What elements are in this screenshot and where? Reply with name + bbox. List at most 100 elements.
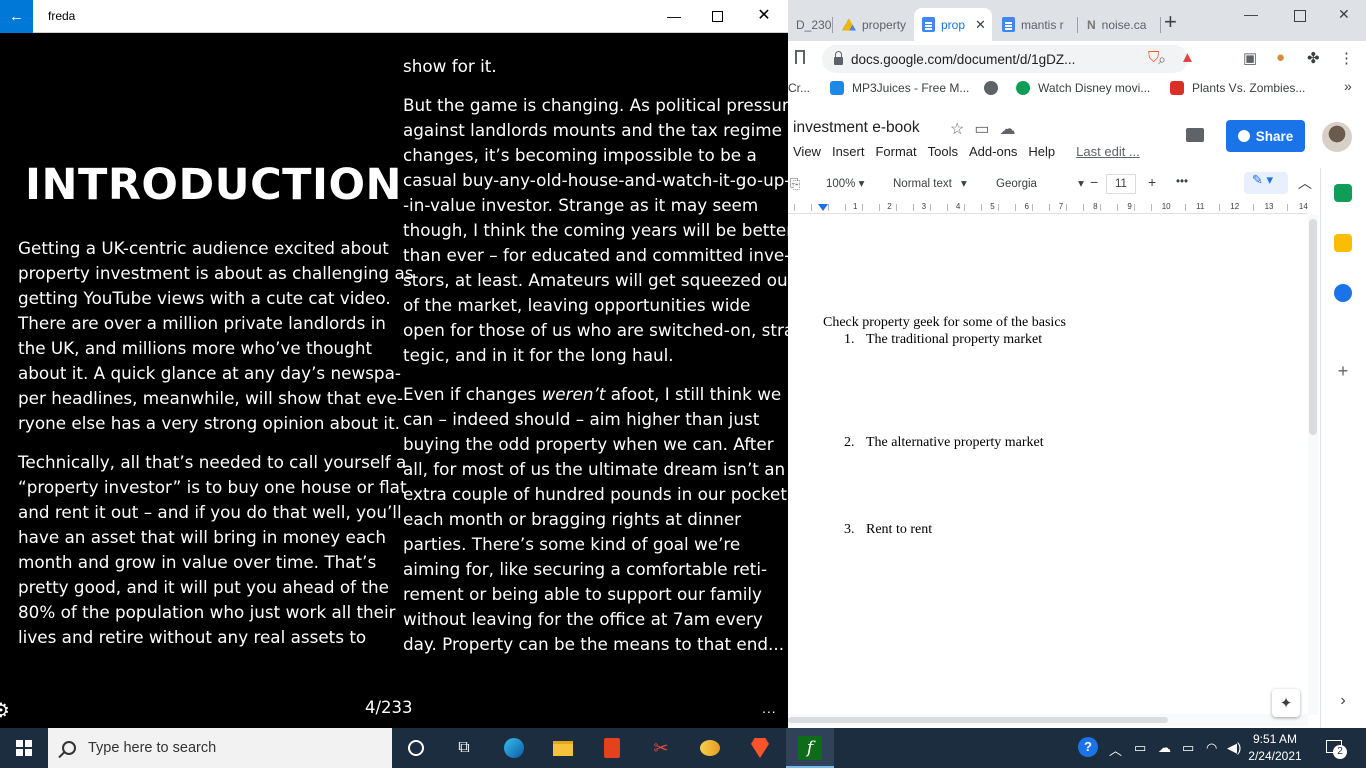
more-options-button[interactable]: ... xyxy=(762,700,777,716)
bookmark-item[interactable]: MP3Juices - Free M... xyxy=(830,81,969,95)
menu-view[interactable]: View xyxy=(793,144,821,159)
tasks-icon[interactable] xyxy=(1334,284,1352,302)
edge-icon[interactable] xyxy=(502,736,526,760)
paint-format-icon[interactable]: ⎘ xyxy=(790,176,800,192)
text-line: all, for most of us the ultimate dream i… xyxy=(403,459,786,479)
menu-tools[interactable]: Tools xyxy=(928,144,958,159)
extension-icon[interactable]: ▣ xyxy=(1243,49,1257,67)
list-item: The traditional property market xyxy=(866,332,1043,347)
move-folder-icon[interactable]: ▭ xyxy=(974,119,989,139)
menu-format[interactable]: Format xyxy=(875,144,916,159)
back-arrow-icon[interactable]: ← xyxy=(0,0,33,33)
sticky-app-icon[interactable] xyxy=(698,736,722,760)
horizontal-scrollbar[interactable] xyxy=(788,714,1308,726)
comments-icon[interactable] xyxy=(1186,128,1204,142)
keep-icon[interactable] xyxy=(1334,234,1352,252)
bookmark-item[interactable]: Cr... xyxy=(788,81,810,95)
taskbar-search[interactable]: Type here to search xyxy=(48,728,392,768)
minimize-icon[interactable]: — xyxy=(666,8,682,24)
bookmark-icon[interactable] xyxy=(795,50,805,64)
notion-icon: N xyxy=(1087,17,1096,32)
avatar[interactable] xyxy=(1322,122,1352,152)
network-error-icon[interactable]: ☁ xyxy=(1158,740,1171,756)
bookmark-item[interactable] xyxy=(984,81,998,95)
zoom-icon[interactable]: ⌕ xyxy=(1158,51,1166,68)
page-left-column: Getting a UK-centric audience excited ab… xyxy=(18,236,414,650)
task-view-icon[interactable]: ⧉ xyxy=(452,736,476,760)
text-line: “property investor” is to buy one house … xyxy=(18,477,407,497)
settings-gear-icon[interactable]: ⚙ xyxy=(0,698,10,723)
brave-browser-icon[interactable] xyxy=(748,736,772,760)
tab-3-active[interactable]: prop ✕ xyxy=(914,8,992,41)
maximize-icon[interactable] xyxy=(1294,10,1306,22)
list-number: 2. xyxy=(844,435,855,450)
menu-add-ons[interactable]: Add-ons xyxy=(969,144,1017,159)
text-line: 80% of the population who just work all … xyxy=(18,602,396,622)
help-icon[interactable]: ? xyxy=(1078,737,1098,757)
decrease-font-size-button[interactable]: − xyxy=(1090,174,1098,190)
new-tab-button[interactable]: + xyxy=(1164,10,1177,34)
text-line: Technically, all that’s needed to call y… xyxy=(18,452,407,472)
document-title[interactable]: investment e-book xyxy=(793,119,920,137)
editing-mode-button[interactable]: ✎ ▾ xyxy=(1244,172,1288,194)
document-canvas[interactable]: Check property geek for some of the basi… xyxy=(788,215,1308,715)
vertical-scrollbar[interactable] xyxy=(1308,215,1318,715)
maximize-icon[interactable] xyxy=(712,11,723,22)
meet-now-icon[interactable]: ▭ xyxy=(1134,740,1146,756)
chevron-up-icon[interactable]: ︿ xyxy=(1109,740,1122,759)
tab-1[interactable]: D_230 xyxy=(788,8,832,41)
menu-help[interactable]: Help xyxy=(1028,144,1055,159)
style-select[interactable]: Normal text ▾ xyxy=(893,176,967,190)
menu-kebab-icon[interactable]: ⋮ xyxy=(1339,49,1354,67)
puzzle-icon[interactable]: ✤ xyxy=(1307,49,1320,67)
text-line: though, I think the coming years will be… xyxy=(403,220,788,240)
text-line: have an asset that will bring in money e… xyxy=(18,527,387,547)
office-icon[interactable] xyxy=(600,736,624,760)
notification-center-icon[interactable]: 2 xyxy=(1326,740,1347,759)
start-button[interactable] xyxy=(0,728,48,768)
clock[interactable]: 9:51 AM 2/24/2021 xyxy=(1240,731,1310,765)
font-size-input[interactable]: 11 xyxy=(1106,174,1136,194)
explore-icon[interactable]: ✦ xyxy=(1272,689,1300,717)
calendar-icon[interactable] xyxy=(1334,184,1352,202)
more-tools-button[interactable]: ••• xyxy=(1176,176,1188,188)
freda-taskbar-button[interactable]: f xyxy=(786,728,834,768)
scrollbar-thumb[interactable] xyxy=(1309,219,1317,435)
bookmark-item[interactable]: Plants Vs. Zombies... xyxy=(1170,81,1305,95)
share-button[interactable]: Share xyxy=(1226,120,1305,152)
cookie-extension-icon[interactable]: ● xyxy=(1276,49,1285,66)
chevron-right-icon[interactable]: › xyxy=(1334,692,1352,710)
tab-2[interactable]: property xyxy=(834,8,912,41)
close-icon[interactable]: ✕ xyxy=(1338,6,1350,23)
url-field[interactable]: docs.google.com/document/d/1gDZ... ⌕ xyxy=(822,45,1188,73)
battery-icon[interactable]: ▭ xyxy=(1182,740,1194,756)
close-tab-icon[interactable]: ✕ xyxy=(975,17,986,33)
indent-marker[interactable] xyxy=(818,204,828,211)
star-icon[interactable]: ☆ xyxy=(950,119,964,139)
bookmark-item[interactable]: Watch Disney movi... xyxy=(1016,81,1150,95)
tab-label: property xyxy=(862,17,907,32)
tab-5[interactable]: N noise.ca xyxy=(1079,8,1159,41)
file-explorer-icon[interactable] xyxy=(551,736,575,760)
wifi-icon[interactable]: ◠ xyxy=(1206,740,1217,756)
clock-time: 9:51 AM xyxy=(1252,732,1298,746)
bookmarks-overflow[interactable]: » xyxy=(1344,78,1352,94)
snipping-tool-icon[interactable]: ✂ xyxy=(649,736,673,760)
text-line: property investment is about as challeng… xyxy=(18,263,414,283)
zoom-select[interactable]: 100% ▾ xyxy=(826,176,864,190)
scrollbar-thumb[interactable] xyxy=(788,717,1168,723)
minimize-icon[interactable]: — xyxy=(1244,6,1258,22)
menu-insert[interactable]: Insert xyxy=(832,144,865,159)
brave-shield-icon[interactable]: ⛉ xyxy=(1148,49,1159,66)
reader-title-bar: ← freda — ✕ xyxy=(0,0,788,33)
cortana-icon[interactable] xyxy=(404,736,428,760)
collapse-menu-icon[interactable]: ︿ xyxy=(1298,173,1312,193)
font-select[interactable]: Georgia ▾ xyxy=(996,176,1084,190)
tab-4[interactable]: mantis r xyxy=(994,8,1076,41)
increase-font-size-button[interactable]: + xyxy=(1148,174,1156,190)
last-edit-link[interactable]: Last edit ... xyxy=(1076,144,1140,159)
close-icon[interactable]: ✕ xyxy=(756,8,772,24)
brave-rewards-icon[interactable]: ▲ xyxy=(1180,49,1195,66)
add-addon-icon[interactable]: + xyxy=(1334,362,1352,380)
text-line: There are over a million private landlor… xyxy=(18,313,386,333)
